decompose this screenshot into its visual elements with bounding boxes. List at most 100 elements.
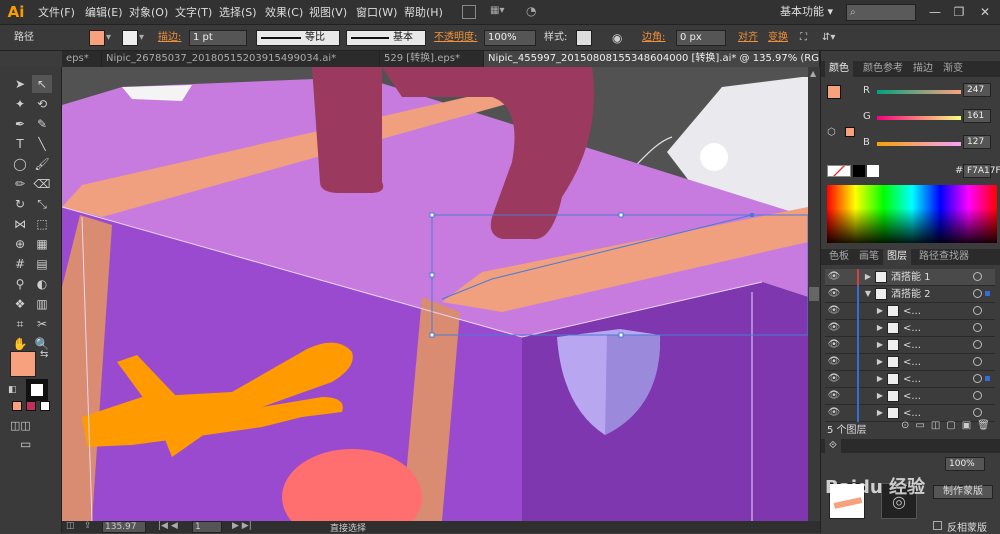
panel-stroke-swatch[interactable] [845,127,855,137]
scroll-thumb[interactable] [809,287,819,301]
suitcase-artwork[interactable] [62,67,808,521]
none-mode-icon[interactable] [40,401,50,411]
menu-window[interactable]: 窗口(W) [356,0,397,25]
target-circle-icon[interactable] [973,408,982,417]
transform-link[interactable]: 变换 [768,30,788,46]
target-circle-icon[interactable] [973,289,982,298]
maximize-button[interactable]: ❐ [948,2,970,22]
blue-slider[interactable] [877,142,961,146]
mesh-tool-icon[interactable]: # [10,255,30,273]
tab-swatches[interactable]: 色板 [825,249,853,265]
ellipse-tool-icon[interactable]: ◯ [10,155,30,173]
tab-color[interactable]: 颜色 [825,61,853,77]
artboard-canvas[interactable] [62,67,808,521]
curvature-tool-icon[interactable]: ✎ [32,115,52,133]
opacity-field[interactable]: 100% [484,30,536,46]
stroke-dropdown-arrow[interactable]: ▾ [139,30,144,46]
tab-layers[interactable]: 图层 [883,249,911,265]
default-colors-icon[interactable]: ◧ [8,385,17,395]
visibility-eye-icon[interactable]: 👁 [827,356,841,368]
pencil-tool-icon[interactable]: ✏ [10,175,30,193]
symbol-sprayer-tool-icon[interactable]: ❖ [10,295,30,313]
collapse-arrow-icon[interactable]: ▼ [863,288,873,300]
isolate-icon[interactable]: ⛶ [800,30,807,46]
gradient-mode-icon[interactable] [26,401,36,411]
tab-document-3[interactable]: 529 [转换].eps* [380,51,484,67]
selection-tool-icon[interactable]: ➤ [10,75,30,93]
black-swatch[interactable] [853,165,865,177]
document-info-icon[interactable]: ◫ [66,521,75,531]
target-circle-icon[interactable] [973,357,982,366]
target-circle-icon[interactable] [973,272,982,281]
screen-mode-icon[interactable]: ▭ [20,437,31,451]
line-tool-icon[interactable]: ╲ [32,135,52,153]
menu-object[interactable]: 对象(O) [129,0,168,25]
align-link[interactable]: 对齐 [738,30,758,46]
stroke-label[interactable]: 描边: [158,30,181,46]
eyedropper-tool-icon[interactable]: ⚲ [10,275,30,293]
visibility-eye-icon[interactable]: 👁 [827,271,841,283]
workspace-switcher[interactable]: 基本功能 ▾ [780,3,833,19]
layer-footer-icons[interactable]: ⊙▭◫▢▣🗑 [901,420,996,431]
expand-arrow-icon[interactable]: ▶ [863,271,873,283]
target-circle-icon[interactable] [973,323,982,332]
bridge-icon[interactable] [462,5,476,19]
scroll-up-icon[interactable]: ▲ [810,69,816,78]
transparency-opacity-field[interactable]: 100% [945,457,985,471]
expand-arrow-icon[interactable]: ▶ [875,390,885,402]
none-color-icon[interactable] [827,165,851,177]
swap-fill-stroke-icon[interactable]: ⇆ [40,349,48,360]
target-circle-icon[interactable] [973,391,982,400]
layer-row[interactable]: 👁 ▶ 酒搭能 1 [825,269,995,286]
green-slider[interactable] [877,116,961,120]
corner-radius-field[interactable]: 0 px [676,30,726,46]
green-value-field[interactable]: 161 [963,109,991,123]
expand-arrow-icon[interactable]: ▶ [875,305,885,317]
layer-row[interactable]: 👁 ▼ 酒搭能 2 [825,286,995,303]
layer-row[interactable]: 👁 ▶ <... [825,354,995,371]
paintbrush-tool-icon[interactable]: 🖌 [32,155,52,173]
white-swatch[interactable] [867,165,879,177]
graphic-style-swatch[interactable] [576,30,592,46]
vertical-scrollbar[interactable]: ▲ [808,67,820,521]
expand-arrow-icon[interactable]: ▶ [875,373,885,385]
expand-arrow-icon[interactable]: ▶ [875,339,885,351]
free-transform-tool-icon[interactable]: ⬚ [32,215,52,233]
visibility-eye-icon[interactable]: 👁 [827,322,841,334]
path-options-icon[interactable]: ⇵▾ [822,30,835,46]
visibility-eye-icon[interactable]: 👁 [827,390,841,402]
graph-tool-icon[interactable]: ▥ [32,295,52,313]
pen-tool-icon[interactable]: ✒ [10,115,30,133]
fill-color-box[interactable] [10,351,36,377]
recolor-artwork-icon[interactable]: ◉ [612,30,622,46]
blue-value-field[interactable]: 127 [963,135,991,149]
layer-row[interactable]: 👁 ▶ <... [825,371,995,388]
panel-fill-swatch[interactable] [827,85,841,99]
direct-selection-tool-icon[interactable]: ↖ [32,75,52,93]
menu-file[interactable]: 文件(F) [38,0,75,25]
red-value-field[interactable]: 247 [963,83,991,97]
visibility-eye-icon[interactable]: 👁 [827,407,841,419]
target-circle-icon[interactable] [973,306,982,315]
make-mask-button[interactable]: 制作蒙版 [933,485,993,499]
expand-arrow-icon[interactable]: ▶ [875,407,885,419]
red-slider[interactable] [877,90,961,94]
type-tool-icon[interactable]: T [10,135,30,153]
visibility-eye-icon[interactable]: 👁 [827,288,841,300]
opacity-label[interactable]: 不透明度: [434,30,477,46]
layer-row[interactable]: 👁 ▶ <... [825,303,995,320]
tab-pathfinder[interactable]: 路径查找器 [915,249,973,265]
eraser-tool-icon[interactable]: ⌫ [32,175,52,193]
artboard-tool-icon[interactable]: ⌗ [10,315,30,333]
stroke-weight-field[interactable]: 1 pt [189,30,247,46]
blend-tool-icon[interactable]: ◐ [32,275,52,293]
variable-width-profile[interactable]: 等比 [256,30,340,46]
brush-definition[interactable]: 基本 [346,30,426,46]
target-circle-icon[interactable] [973,374,982,383]
tab-document-2[interactable]: Nipic_26785037_20180515203915499034.ai* [102,51,380,67]
menu-edit[interactable]: 编辑(E) [85,0,123,25]
menu-type[interactable]: 文字(T) [175,0,212,25]
gradient-tool-icon[interactable]: ▤ [32,255,52,273]
share-icon[interactable]: ⇪ [84,521,92,531]
lasso-tool-icon[interactable]: ⟲ [32,95,52,113]
